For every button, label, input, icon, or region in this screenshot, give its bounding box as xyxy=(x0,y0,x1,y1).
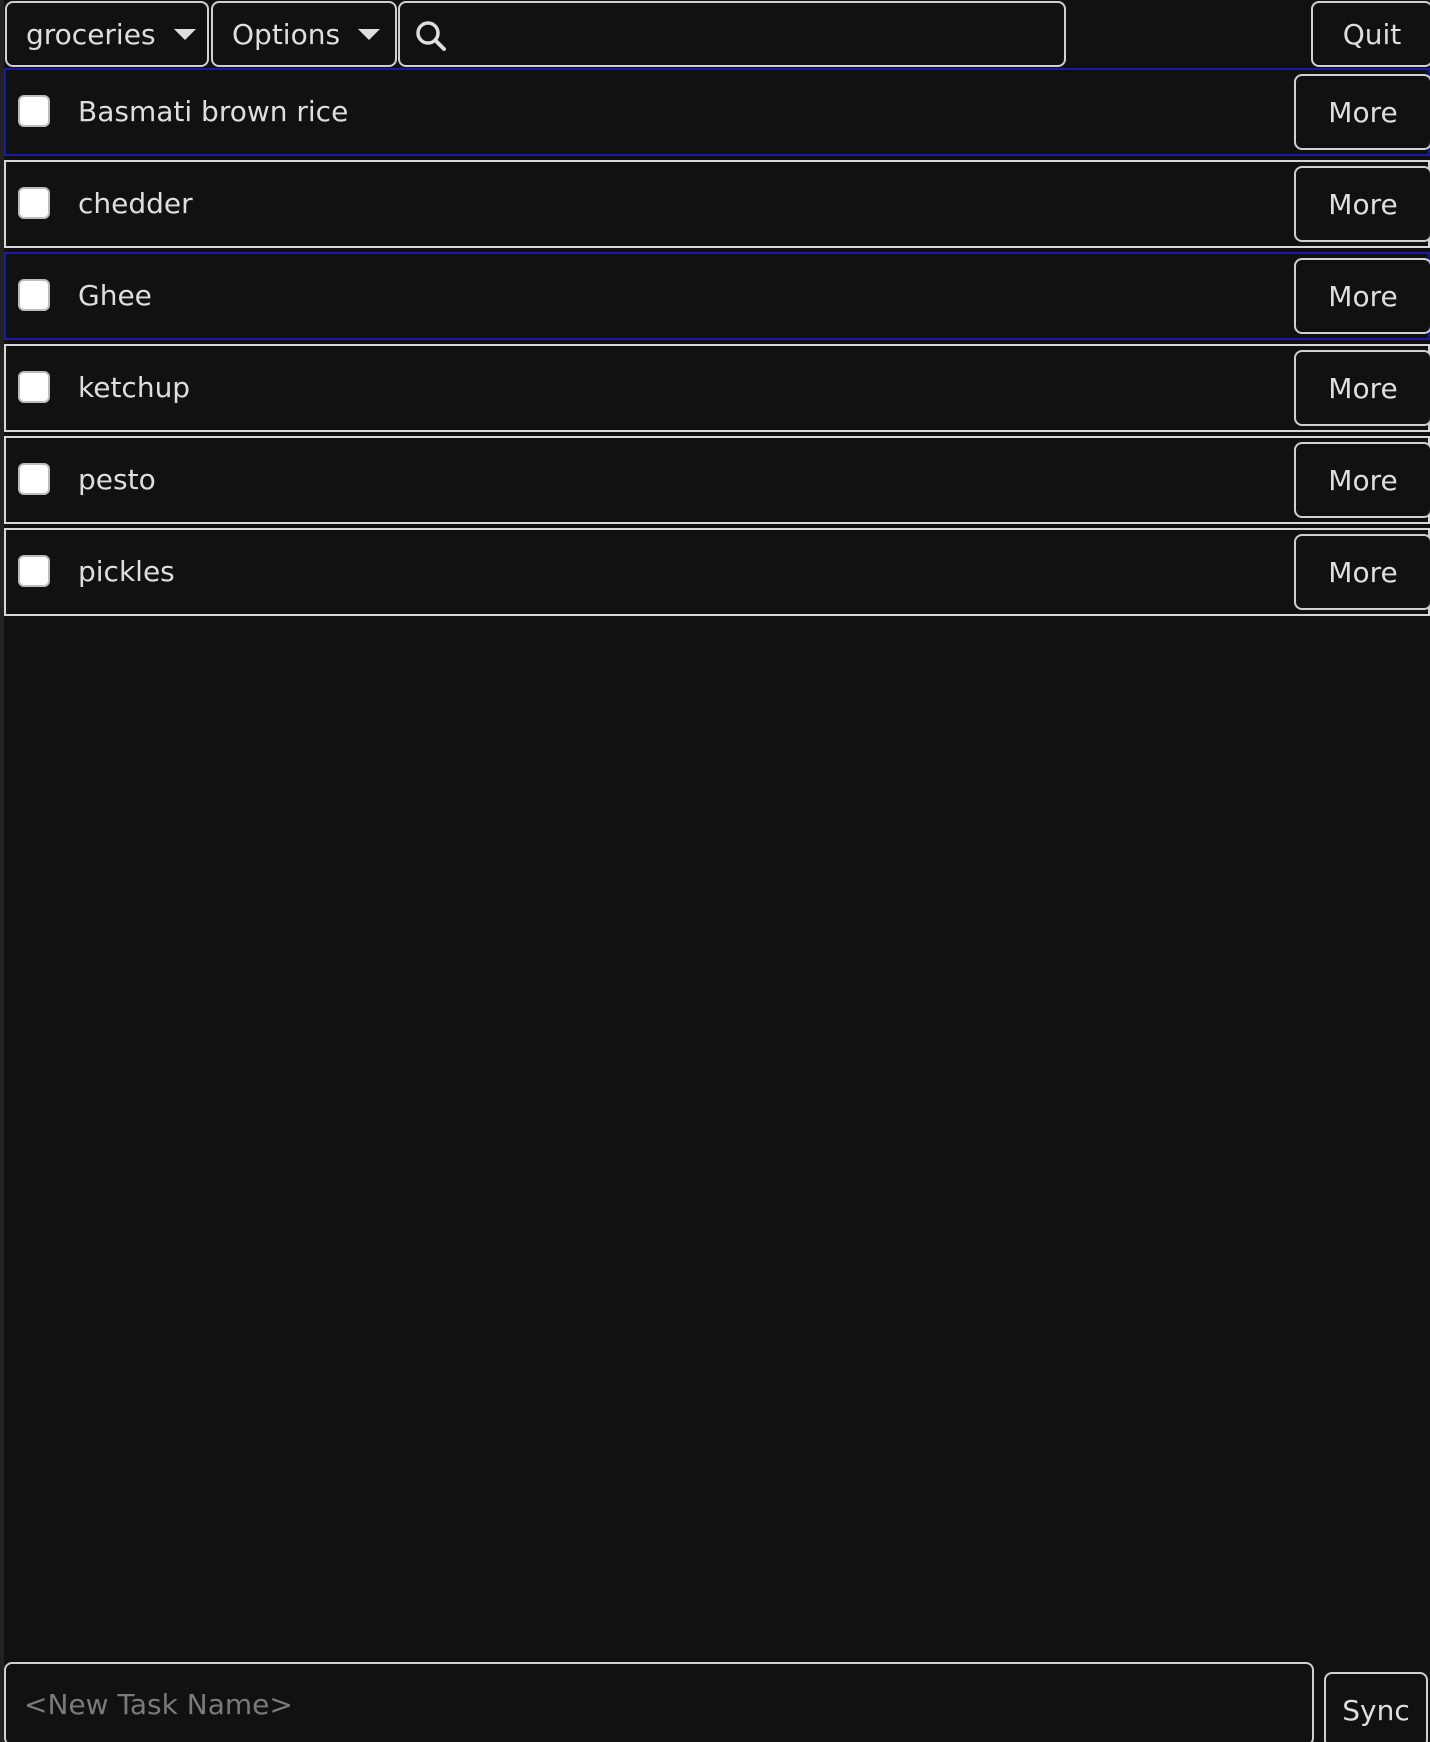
task-row[interactable]: pesto More xyxy=(4,436,1430,524)
more-button-label: More xyxy=(1328,463,1398,497)
more-button[interactable]: More xyxy=(1294,534,1430,610)
more-button[interactable]: More xyxy=(1294,442,1430,518)
task-checkbox[interactable] xyxy=(18,187,50,219)
task-row[interactable]: ketchup More xyxy=(4,344,1430,432)
search-input[interactable] xyxy=(460,11,1054,59)
more-button[interactable]: More xyxy=(1294,350,1430,426)
options-label: Options xyxy=(232,17,341,51)
task-checkbox[interactable] xyxy=(18,555,50,587)
more-button[interactable]: More xyxy=(1294,166,1430,242)
search-icon xyxy=(416,21,446,51)
more-button-label: More xyxy=(1328,371,1398,405)
new-task-input[interactable] xyxy=(4,1662,1314,1742)
options-dropdown[interactable]: Options xyxy=(211,1,397,67)
quit-button[interactable]: Quit xyxy=(1311,1,1430,67)
caret-down-icon xyxy=(173,28,196,40)
task-row[interactable]: pickles More xyxy=(4,528,1430,616)
task-row[interactable]: Basmati brown rice More xyxy=(4,68,1430,156)
quit-button-label: Quit xyxy=(1342,17,1402,51)
sync-button[interactable]: Sync xyxy=(1324,1672,1428,1742)
task-label: Basmati brown rice xyxy=(78,95,349,128)
task-label: pickles xyxy=(78,555,175,588)
task-checkbox[interactable] xyxy=(18,279,50,311)
sync-button-label: Sync xyxy=(1342,1693,1410,1727)
task-label: Ghee xyxy=(78,279,152,312)
more-button-label: More xyxy=(1328,555,1398,589)
task-row[interactable]: chedder More xyxy=(4,160,1430,248)
task-label: chedder xyxy=(78,187,193,220)
caret-down-icon xyxy=(358,28,381,40)
task-checkbox[interactable] xyxy=(18,371,50,403)
task-row[interactable]: Ghee More xyxy=(4,252,1430,340)
task-checkbox[interactable] xyxy=(18,463,50,495)
app-window: groceries Options Quit Basmati brown ric… xyxy=(0,0,1430,1742)
more-button-label: More xyxy=(1328,279,1398,313)
more-button-label: More xyxy=(1328,95,1398,129)
more-button-label: More xyxy=(1328,187,1398,221)
task-label: ketchup xyxy=(78,371,191,404)
task-label: pesto xyxy=(78,463,156,496)
search-box[interactable] xyxy=(398,1,1066,67)
task-checkbox[interactable] xyxy=(18,95,50,127)
list-selector-dropdown[interactable]: groceries xyxy=(5,1,209,67)
list-selector-label: groceries xyxy=(26,17,156,51)
more-button[interactable]: More xyxy=(1294,258,1430,334)
more-button[interactable]: More xyxy=(1294,74,1430,150)
